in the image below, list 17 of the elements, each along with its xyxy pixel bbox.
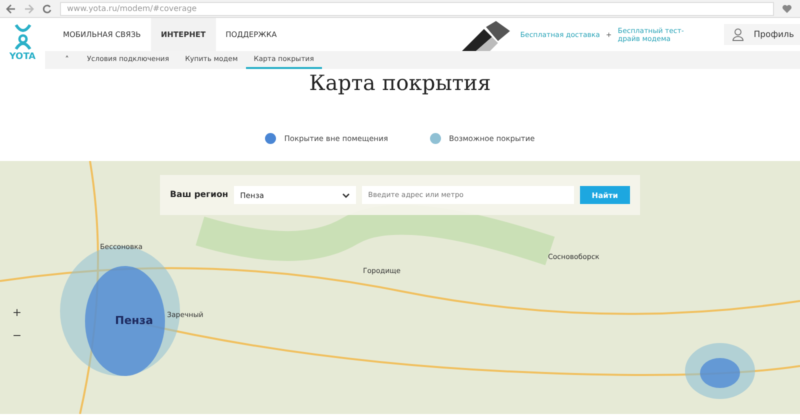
collapse-button[interactable]: ˄ [45,51,79,69]
region-label: Ваш регион [170,190,228,200]
logo-text: YOTA [9,52,36,62]
heart-icon[interactable] [782,4,792,13]
chevron-icon [342,192,350,198]
place-label: Пенза [115,314,154,327]
modem-drawing [462,21,512,51]
zoom-in-button[interactable]: + [10,306,24,319]
url-text: www.yota.ru/modem/#coverage [67,4,197,13]
user-icon [732,28,744,41]
page-title: Карта покрытия [308,71,492,97]
reload-icon[interactable] [42,4,52,14]
logo-icon [12,24,32,50]
zoom-out-button[interactable]: − [10,329,24,342]
coverage-area [685,343,755,399]
profile-button[interactable]: Профиль [724,24,800,45]
back-icon[interactable] [6,4,16,14]
